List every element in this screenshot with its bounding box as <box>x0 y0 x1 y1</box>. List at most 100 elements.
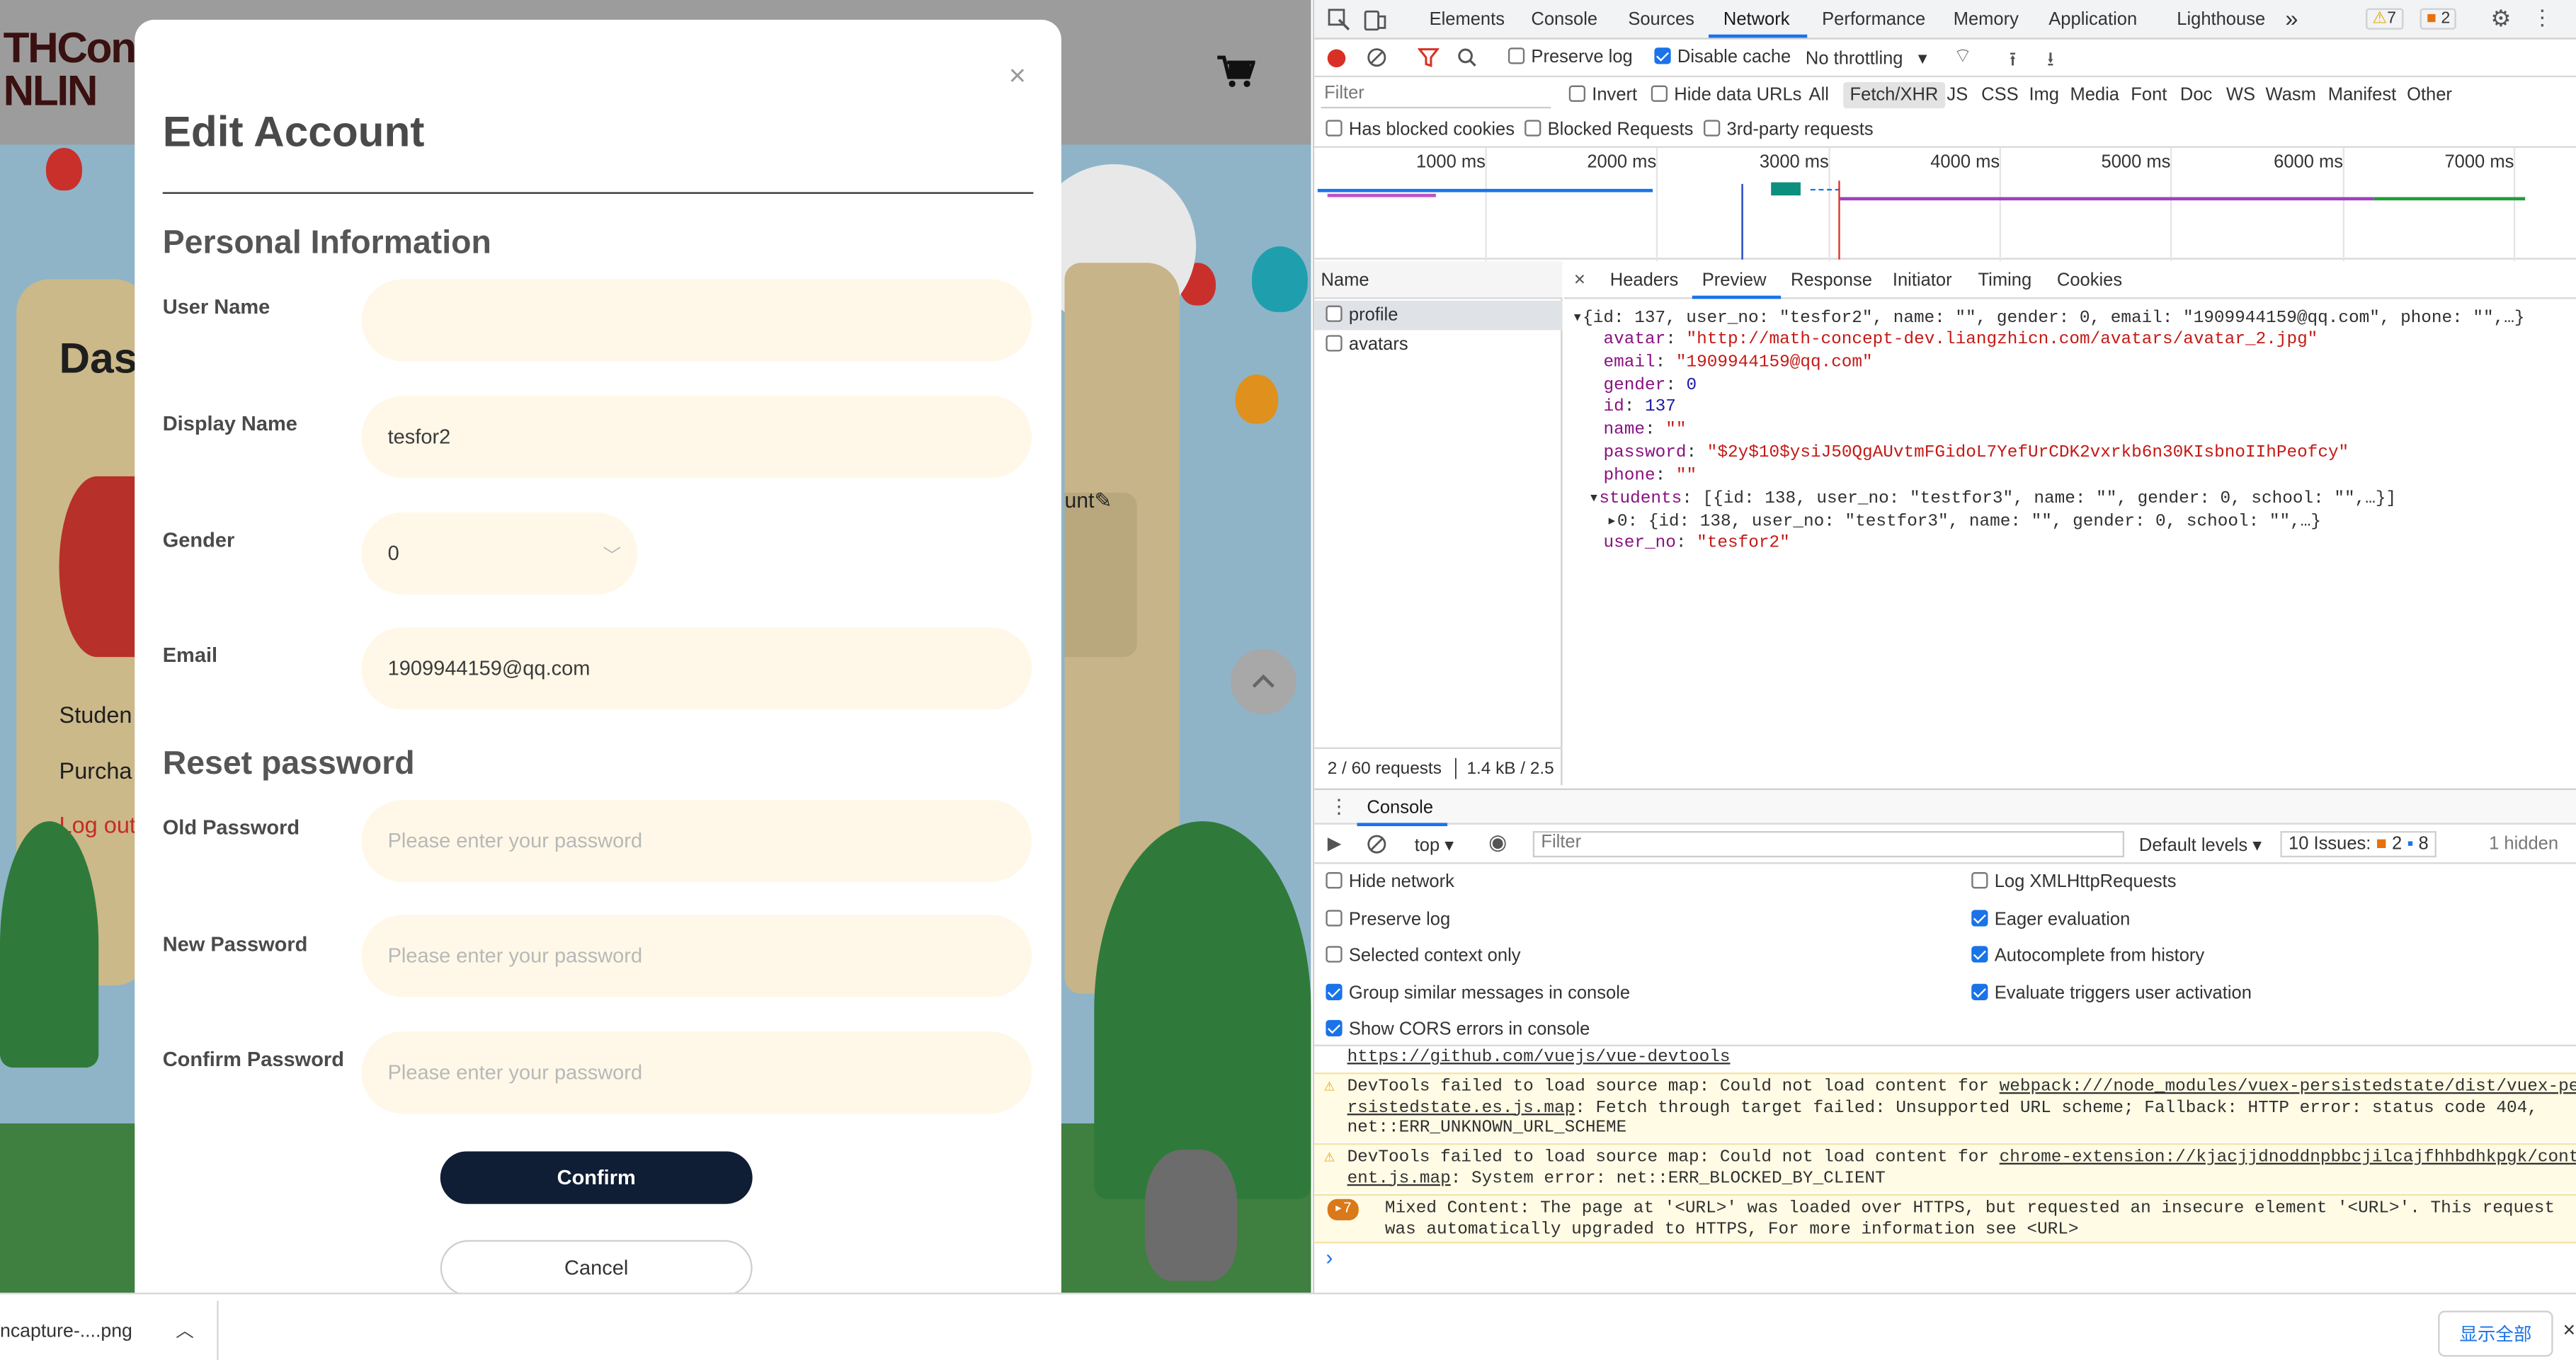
drawer-menu-icon[interactable]: ⋮ <box>1329 795 1349 818</box>
download-har-icon[interactable]: ⭳ <box>2047 45 2054 79</box>
drawer-tab-console[interactable]: Console <box>1367 799 1433 818</box>
hide-network-checkbox[interactable]: Hide network <box>1326 872 1454 892</box>
scroll-up-button[interactable] <box>1230 648 1296 715</box>
type-manifest[interactable]: Manifest <box>2328 86 2396 105</box>
tab-memory[interactable]: Memory <box>1954 10 2019 30</box>
throttling-select[interactable]: No throttling ▾ <box>1806 47 1927 69</box>
display-name-label: Display Name <box>162 412 297 435</box>
preview-student-0[interactable]: ▸0: {id: 138, user_no: "testfor3", name:… <box>1607 511 2321 532</box>
sidebar-toggle-icon[interactable]: ▶ <box>1328 832 1342 854</box>
selected-context-checkbox[interactable]: Selected context only <box>1326 946 1521 966</box>
invert-checkbox[interactable]: Invert <box>1568 85 1637 105</box>
detail-tab-initiator[interactable]: Initiator <box>1893 271 1952 291</box>
cancel-button[interactable]: Cancel <box>440 1240 753 1296</box>
type-js[interactable]: JS <box>1947 86 1968 105</box>
search-icon[interactable] <box>1457 47 1477 67</box>
type-doc[interactable]: Doc <box>2180 86 2212 105</box>
display-name-input[interactable]: tesfor2 <box>361 396 1032 479</box>
autocomplete-checkbox[interactable]: Autocomplete from history <box>1971 946 2204 966</box>
more-tabs-button[interactable]: » <box>2285 5 2298 31</box>
network-filter-input[interactable]: Filter <box>1321 84 1551 109</box>
old-password-input[interactable]: Please enter your password <box>361 799 1032 882</box>
inspect-element-icon[interactable] <box>1328 8 1350 31</box>
detail-tab-cookies[interactable]: Cookies <box>2057 271 2122 291</box>
tab-application[interactable]: Application <box>2048 10 2137 30</box>
side-link-students[interactable]: Studen <box>59 702 132 728</box>
disable-cache-checkbox[interactable]: Disable cache <box>1654 47 1791 67</box>
tab-performance[interactable]: Performance <box>1822 10 1925 30</box>
close-icon[interactable]: × <box>1009 59 1026 94</box>
more-options-icon[interactable]: ⋮ <box>2531 5 2553 31</box>
chevron-up-icon[interactable]: ︿ <box>176 1317 194 1344</box>
show-all-button[interactable]: 显示全部 <box>2438 1310 2553 1357</box>
record-icon[interactable] <box>1327 49 1346 68</box>
type-wasm[interactable]: Wasm <box>2266 86 2316 105</box>
upload-har-icon[interactable]: ⭱ <box>2010 45 2017 79</box>
name-column-header[interactable]: Name <box>1314 261 1563 299</box>
console-prompt[interactable]: › <box>1326 1245 1333 1270</box>
tab-sources[interactable]: Sources <box>1628 10 1694 30</box>
cart-icon[interactable] <box>1216 55 1255 91</box>
close-detail-icon[interactable]: × <box>1574 268 1585 290</box>
side-link-purchases[interactable]: Purcha <box>59 757 132 784</box>
warnings-badge[interactable]: ⚠7 <box>2366 8 2403 30</box>
detail-tab-response[interactable]: Response <box>1791 271 1872 291</box>
tab-network[interactable]: Network <box>1723 10 1790 30</box>
network-conditions-icon[interactable]: ⌔ <box>1954 45 1972 69</box>
confirm-button[interactable]: Confirm <box>440 1151 753 1204</box>
type-font[interactable]: Font <box>2131 86 2167 105</box>
type-media[interactable]: Media <box>2070 86 2119 105</box>
download-item-file[interactable]: ncapture-....png <box>0 1322 132 1342</box>
context-select[interactable]: top ▾ <box>1415 835 1454 856</box>
blocked-requests-checkbox[interactable]: Blocked Requests <box>1524 120 1693 139</box>
issues-badge[interactable]: ■ 2 <box>2420 8 2457 30</box>
filter-icon[interactable] <box>1418 47 1440 67</box>
tab-elements[interactable]: Elements <box>1430 10 1505 30</box>
type-css[interactable]: CSS <box>1981 86 2018 105</box>
site-logo[interactable]: THCon NLIN <box>4 26 137 112</box>
request-row-profile[interactable]: profile <box>1314 300 1563 331</box>
clear-icon[interactable] <box>1367 47 1386 67</box>
third-party-requests-checkbox[interactable]: 3rd-party requests <box>1704 120 1874 139</box>
detail-tab-timing[interactable]: Timing <box>1978 271 2032 291</box>
tab-lighthouse[interactable]: Lighthouse <box>2177 10 2265 30</box>
group-similar-checkbox[interactable]: Group similar messages in console <box>1326 983 1630 1004</box>
console-filter-input[interactable]: Filter <box>1532 831 2125 858</box>
settings-gear-icon[interactable]: ⚙ <box>2490 5 2511 33</box>
timeline-bar <box>2373 197 2526 201</box>
type-other[interactable]: Other <box>2407 86 2452 105</box>
live-expression-eye-icon[interactable]: ◉ <box>1488 830 1507 856</box>
request-row-avatars[interactable]: avatars <box>1314 330 1562 360</box>
console-preserve-log-checkbox[interactable]: Preserve log <box>1326 910 1450 929</box>
type-fetch-xhr[interactable]: Fetch/XHR <box>1843 82 1945 109</box>
detail-tab-preview[interactable]: Preview <box>1702 271 1767 291</box>
evaluate-triggers-checkbox[interactable]: Evaluate triggers user activation <box>1971 983 2252 1004</box>
new-password-input[interactable]: Please enter your password <box>361 915 1032 997</box>
tab-console[interactable]: Console <box>1531 10 1597 30</box>
preview-summary[interactable]: ▾{id: 137, user_no: "tesfor2", name: "",… <box>1572 307 2524 328</box>
type-ws[interactable]: WS <box>2226 86 2255 105</box>
network-timeline[interactable]: 1000 ms 2000 ms 3000 ms 4000 ms 5000 ms … <box>1314 146 2576 261</box>
blocked-filter-row: Has blocked cookies Blocked Requests 3rd… <box>1314 113 2576 146</box>
hide-data-urls-checkbox[interactable]: Hide data URLs <box>1651 85 1801 105</box>
username-input[interactable] <box>361 279 1032 362</box>
device-toolbar-icon[interactable] <box>1364 8 1386 31</box>
vue-devtools-link[interactable]: https://github.com/vuejs/vue-devtools <box>1347 1048 1731 1068</box>
log-levels-select[interactable]: Default levels ▾ <box>2139 835 2262 856</box>
has-blocked-cookies-checkbox[interactable]: Has blocked cookies <box>1326 120 1515 139</box>
log-xhr-checkbox[interactable]: Log XMLHttpRequests <box>1971 872 2177 892</box>
email-input[interactable]: 1909944159@qq.com <box>361 627 1032 710</box>
detail-tab-headers[interactable]: Headers <box>1610 271 1678 291</box>
close-download-bar-icon[interactable]: × <box>2563 1317 2576 1342</box>
type-img[interactable]: Img <box>2029 86 2059 105</box>
eager-eval-checkbox[interactable]: Eager evaluation <box>1971 910 2130 929</box>
type-all[interactable]: All <box>1809 86 1829 105</box>
confirm-password-input[interactable]: Please enter your password <box>361 1031 1032 1114</box>
preserve-log-checkbox[interactable]: Preserve log <box>1508 47 1633 67</box>
preview-field-students[interactable]: ▾students: [{id: 138, user_no: "testfor3… <box>1589 488 2396 509</box>
account-edit-link[interactable]: unt✎ <box>1064 488 1112 514</box>
gender-select[interactable]: 0 ﹀ <box>361 512 638 595</box>
show-cors-checkbox[interactable]: Show CORS errors in console <box>1326 1019 1590 1040</box>
clear-console-icon[interactable] <box>1367 835 1386 854</box>
console-issues-button[interactable]: 10 Issues: ■ 2 ▪ 8 <box>2280 831 2437 858</box>
